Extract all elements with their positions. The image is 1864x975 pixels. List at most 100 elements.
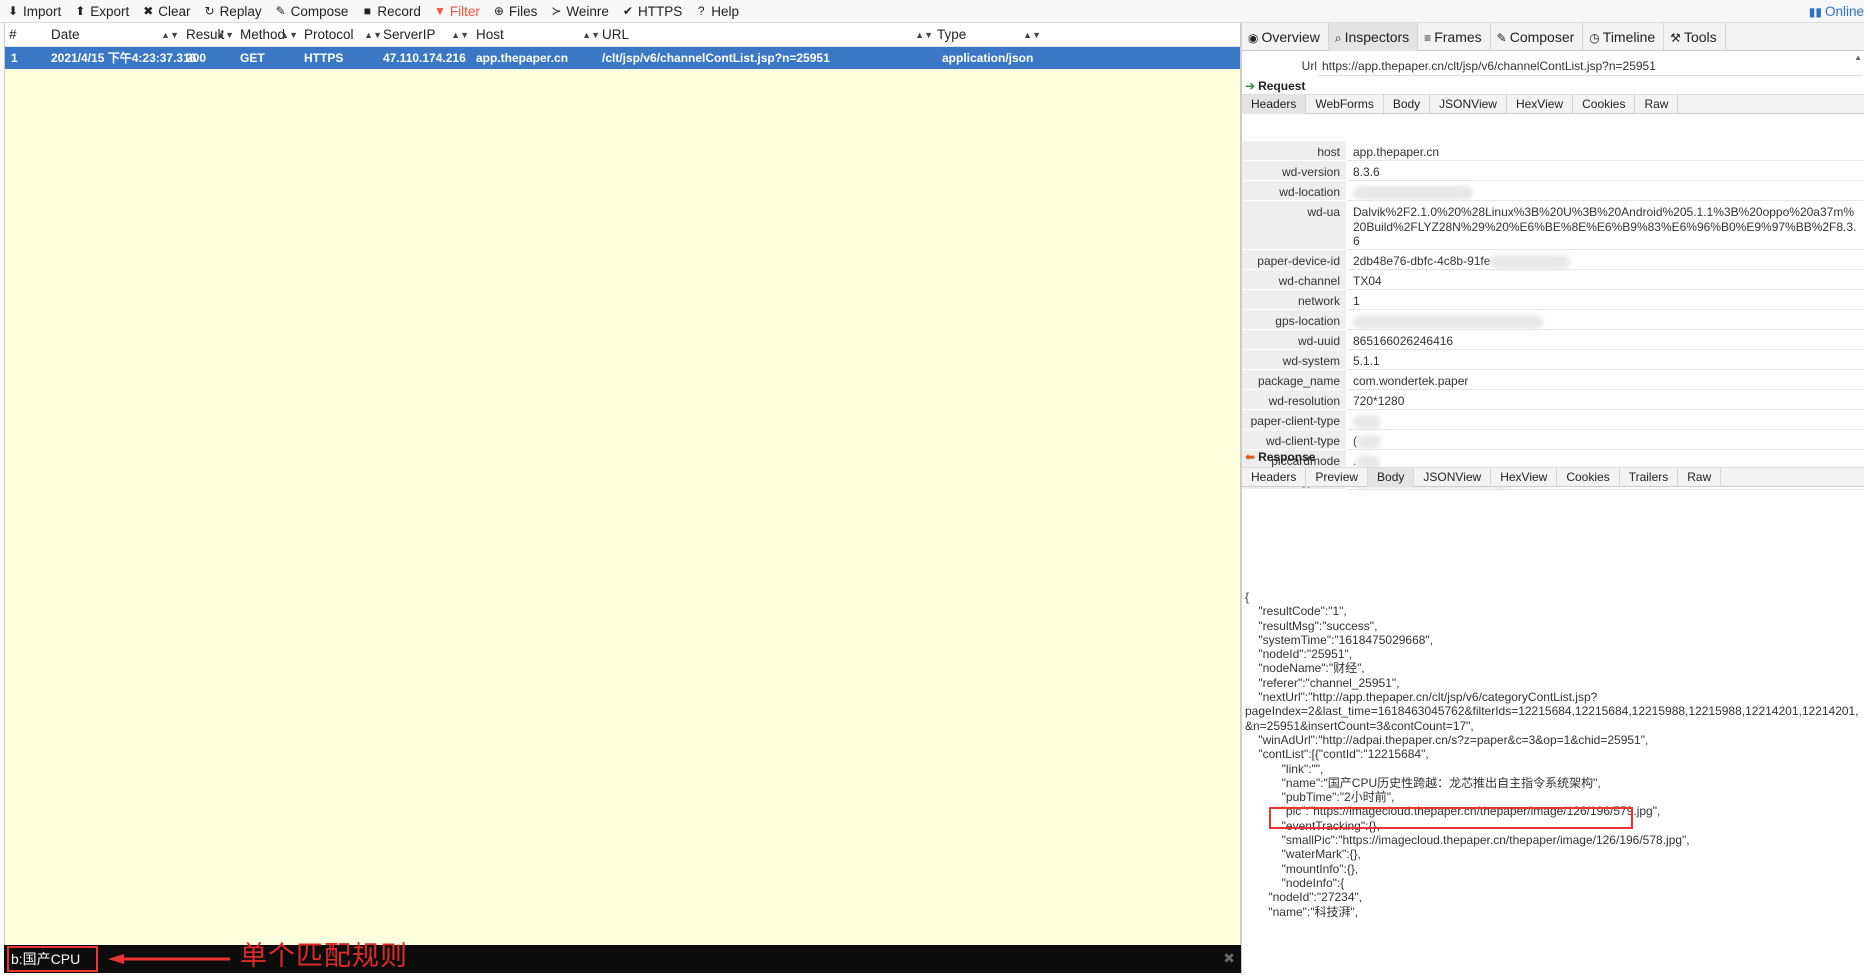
tab-tools[interactable]: ⚒ Tools bbox=[1664, 23, 1726, 51]
export-button[interactable]: ⬆ Export bbox=[73, 0, 129, 23]
tab-composer[interactable]: ✎ Composer bbox=[1491, 23, 1584, 51]
col-num[interactable]: # bbox=[9, 23, 39, 47]
header-key: wd-system bbox=[1242, 350, 1346, 370]
subtab-jsonview[interactable]: JSONView bbox=[1414, 468, 1492, 487]
cell-serverip: 47.110.174.216 bbox=[383, 51, 466, 65]
tab-overview[interactable]: ◉ Overview bbox=[1242, 23, 1329, 51]
header-value: 5.1.1 bbox=[1347, 350, 1864, 370]
header-key: network bbox=[1242, 290, 1346, 310]
subtab-headers[interactable]: Headers bbox=[1242, 468, 1307, 487]
clear-button[interactable]: ✖ Clear bbox=[141, 0, 190, 23]
tab-label: Inspectors bbox=[1344, 29, 1410, 45]
replay-button[interactable]: ↻ Replay bbox=[203, 0, 262, 23]
subtab-trailers[interactable]: Trailers bbox=[1620, 468, 1679, 487]
cell-num: 1 bbox=[11, 51, 18, 65]
cell-host: app.thepaper.cn bbox=[476, 51, 569, 65]
session-list[interactable]: # Date ▲▼ Result ▲▼ Method ▲▼ Protocol ▲▼ Se… bbox=[4, 23, 1241, 945]
header-key: wd-client-type bbox=[1242, 430, 1346, 450]
header-value: 8.3.6 bbox=[1347, 161, 1864, 181]
tab-frames[interactable]: ≡ Frames bbox=[1418, 23, 1491, 51]
json-line: pageIndex=2&last_time=1618463045762&filt… bbox=[1245, 704, 1859, 719]
toolbar-label: Export bbox=[90, 3, 130, 19]
header-value: 865166026246416 bbox=[1347, 330, 1864, 350]
record-button[interactable]: ■ Record bbox=[360, 0, 421, 23]
cell-result: 200 bbox=[186, 51, 207, 65]
response-body[interactable]: { "resultCode":"1", "resultMsg":"success… bbox=[1245, 590, 1864, 975]
json-line: "mountInfo":{}, bbox=[1245, 861, 1359, 876]
col-result[interactable]: Result ▲▼ bbox=[186, 23, 236, 47]
col-method[interactable]: Method ▲▼ bbox=[240, 23, 300, 47]
subtab-preview[interactable]: Preview bbox=[1306, 468, 1369, 487]
help-button[interactable]: ? Help bbox=[694, 0, 739, 23]
help-icon: ? bbox=[697, 4, 705, 18]
subtab-cookies[interactable]: Cookies bbox=[1573, 95, 1636, 114]
json-line: "name":"科技湃", bbox=[1245, 904, 1359, 919]
filter-button[interactable]: ▼ Filter bbox=[433, 0, 480, 23]
col-host[interactable]: Host ▲▼ bbox=[476, 23, 602, 47]
header-value-text: 2db48e76-dbfc-4c8b-91fe bbox=[1353, 254, 1491, 268]
online-indicator[interactable]: ▮▮ Online bbox=[1809, 0, 1864, 23]
json-line: "smallPic":"https://imagecloud.thepaper.… bbox=[1245, 833, 1690, 848]
clear-icon: ✖ bbox=[143, 4, 154, 18]
redacted-blur bbox=[1490, 254, 1571, 269]
subtab-cookies[interactable]: Cookies bbox=[1557, 468, 1620, 487]
header-row: wd-system 5.1.1 bbox=[1242, 350, 1864, 370]
session-row[interactable]: 1 2021/4/15 下午4:23:37.316 200 GET HTTPS … bbox=[5, 47, 1240, 69]
header-value: ( bbox=[1347, 430, 1864, 450]
highlight-box bbox=[1269, 807, 1633, 829]
tab-inspectors[interactable]: ⌕ Inspectors bbox=[1328, 23, 1419, 51]
sort-icon: ▲▼ bbox=[364, 30, 382, 40]
subtab-hexview[interactable]: HexView bbox=[1491, 468, 1558, 487]
subtab-headers[interactable]: Headers bbox=[1242, 95, 1307, 114]
overview-icon: ◉ bbox=[1248, 31, 1259, 45]
files-button[interactable]: ⊕ Files bbox=[492, 0, 538, 23]
tab-label: Frames bbox=[1434, 29, 1482, 45]
compose-button[interactable]: ✎ Compose bbox=[274, 0, 349, 23]
subtab-body[interactable]: Body bbox=[1384, 95, 1431, 114]
sort-icon: ▲▼ bbox=[451, 30, 469, 40]
toolbar-label: Compose bbox=[290, 3, 349, 19]
json-line: "resultCode":"1", bbox=[1245, 604, 1347, 619]
tab-label: Timeline bbox=[1602, 29, 1656, 45]
import-button[interactable]: ⬇ Import bbox=[6, 0, 61, 23]
subtab-jsonview[interactable]: JSONView bbox=[1430, 95, 1507, 114]
https-button[interactable]: ✔ HTTPS bbox=[621, 0, 682, 23]
subtab-webforms[interactable]: WebForms bbox=[1306, 95, 1384, 114]
header-key: paper-device-id bbox=[1242, 250, 1346, 270]
sort-icon: ▲▼ bbox=[582, 30, 600, 40]
header-value: 1 bbox=[1347, 290, 1864, 310]
col-type[interactable]: Type ▲▼ bbox=[937, 23, 1043, 47]
subtab-raw[interactable]: Raw bbox=[1635, 95, 1679, 114]
subtab-body[interactable]: Body bbox=[1368, 468, 1415, 487]
tab-label: Tools bbox=[1683, 29, 1717, 45]
close-icon[interactable]: ✖ bbox=[1223, 950, 1235, 967]
tab-timeline[interactable]: ◷ Timeline bbox=[1583, 23, 1665, 51]
col-serverip[interactable]: ServerIP ▲▼ bbox=[383, 23, 471, 47]
json-line: "nodeId":"25951", bbox=[1245, 647, 1353, 662]
annotation-arrow bbox=[108, 954, 230, 964]
files-icon: ⊕ bbox=[493, 4, 504, 18]
subtab-raw[interactable]: Raw bbox=[1678, 468, 1722, 487]
header-row: wd-version 8.3.6 bbox=[1242, 161, 1864, 181]
compose-icon: ✎ bbox=[275, 4, 286, 18]
subtab-hexview[interactable]: HexView bbox=[1507, 95, 1574, 114]
col-url-label: URL bbox=[602, 27, 630, 42]
cell-method: GET bbox=[240, 51, 265, 65]
col-url[interactable]: URL ▲▼ bbox=[602, 23, 935, 47]
header-value: 720*1280 bbox=[1347, 390, 1864, 410]
export-icon: ⬆ bbox=[75, 4, 86, 18]
col-date[interactable]: Date ▲▼ bbox=[51, 23, 181, 47]
toolbar-label: HTTPS bbox=[637, 3, 683, 19]
tab-label: Overview bbox=[1261, 29, 1320, 45]
timeline-icon: ◷ bbox=[1589, 31, 1600, 45]
url-field[interactable]: https://app.thepaper.cn/clt/jsp/v6/chann… bbox=[1318, 56, 1863, 76]
cell-url: /clt/jsp/v6/channelContList.jsp?n=25951 bbox=[602, 51, 830, 65]
response-tabs: Headers Preview Body JSONView HexView Cookies… bbox=[1242, 467, 1864, 487]
header-row: wd-uuid 865166026246416 bbox=[1242, 330, 1864, 350]
header-key: package_name bbox=[1242, 370, 1346, 390]
header-value: Dalvik%2F2.1.0%20%28Linux%3B%20U%3B%20An… bbox=[1347, 201, 1864, 250]
weinre-button[interactable]: ≻ Weinre bbox=[549, 0, 609, 23]
arrow-right-icon: ➔ bbox=[1245, 79, 1256, 93]
col-protocol[interactable]: Protocol ▲▼ bbox=[304, 23, 384, 47]
json-line: "resultMsg":"success", bbox=[1245, 618, 1378, 633]
